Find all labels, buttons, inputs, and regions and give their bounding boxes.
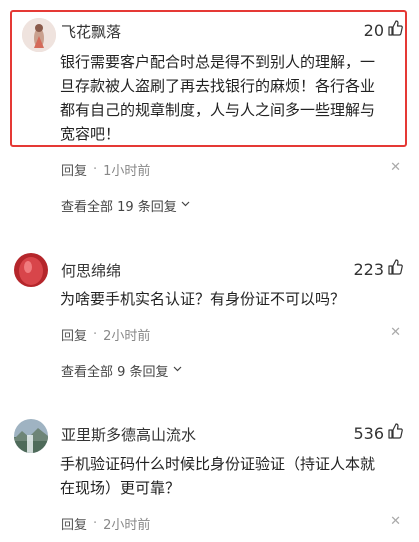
close-icon[interactable]: ✕ bbox=[390, 325, 401, 340]
like-button[interactable]: 536 bbox=[353, 423, 403, 443]
timestamp: 2小时前 bbox=[103, 518, 151, 533]
comment-line: 银行需要客户配合时总是得不到别人的理解，一 bbox=[60, 53, 376, 71]
timestamp: 2小时前 bbox=[103, 329, 151, 344]
thumbs-up-icon bbox=[387, 20, 403, 40]
thumbs-up-icon bbox=[387, 259, 403, 279]
comment-line: 手机验证码什么时候比身份证验证（持证人本就 bbox=[60, 455, 376, 473]
separator-dot: · bbox=[93, 327, 98, 342]
comment-line: 旦存款被人盗刷了再去找银行的麻烦！各行各业 bbox=[60, 77, 376, 95]
close-icon[interactable]: ✕ bbox=[390, 514, 401, 529]
username[interactable]: 何思绵绵 bbox=[61, 260, 121, 281]
comment-line: 为啥要手机实名认证？有身份证不可以吗？ bbox=[60, 290, 346, 308]
separator-dot: · bbox=[93, 516, 98, 531]
reply-button[interactable]: 回复 bbox=[61, 514, 87, 533]
chevron-down-icon bbox=[172, 363, 183, 378]
comment-line: 宽容吧！ bbox=[60, 125, 121, 143]
view-replies-label: 查看全部 19 条回复 bbox=[61, 200, 177, 215]
reply-button[interactable]: 回复 bbox=[61, 160, 87, 179]
comment-line: 都有自己的规章制度，人与人之间多一些理解与 bbox=[60, 101, 376, 119]
like-count: 536 bbox=[353, 423, 384, 443]
timestamp: 1小时前 bbox=[103, 164, 151, 179]
thumbs-up-icon bbox=[387, 423, 403, 443]
username[interactable]: 亚里斯多德高山流水 bbox=[61, 424, 196, 445]
comment-meta: 回复 · 2小时前 bbox=[61, 325, 150, 344]
chevron-down-icon bbox=[180, 198, 191, 213]
like-count: 223 bbox=[353, 259, 384, 279]
view-replies-label: 查看全部 9 条回复 bbox=[61, 365, 169, 380]
view-replies-button[interactable]: 查看全部 19 条回复 bbox=[61, 196, 191, 215]
username[interactable]: 飞花飘落 bbox=[61, 21, 121, 42]
view-replies-button[interactable]: 查看全部 9 条回复 bbox=[61, 361, 183, 380]
comment-text: 手机验证码什么时候比身份证验证（持证人本就 在现场）更可靠？ bbox=[60, 452, 400, 500]
comment-text: 为啥要手机实名认证？有身份证不可以吗？ bbox=[60, 287, 400, 311]
comment-line: 在现场）更可靠？ bbox=[60, 479, 181, 497]
comment-meta: 回复 · 2小时前 bbox=[61, 514, 150, 533]
avatar[interactable] bbox=[22, 18, 56, 52]
close-icon[interactable]: ✕ bbox=[390, 160, 401, 175]
comment-text: 银行需要客户配合时总是得不到别人的理解，一 旦存款被人盗刷了再去找银行的麻烦！各… bbox=[60, 50, 400, 146]
like-count: 20 bbox=[363, 20, 384, 40]
avatar[interactable] bbox=[14, 419, 48, 453]
like-button[interactable]: 20 bbox=[364, 20, 403, 40]
separator-dot: · bbox=[93, 162, 98, 177]
avatar[interactable] bbox=[14, 253, 48, 287]
like-button[interactable]: 223 bbox=[353, 259, 403, 279]
reply-button[interactable]: 回复 bbox=[61, 325, 87, 344]
comment-meta: 回复 · 1小时前 bbox=[61, 160, 150, 179]
